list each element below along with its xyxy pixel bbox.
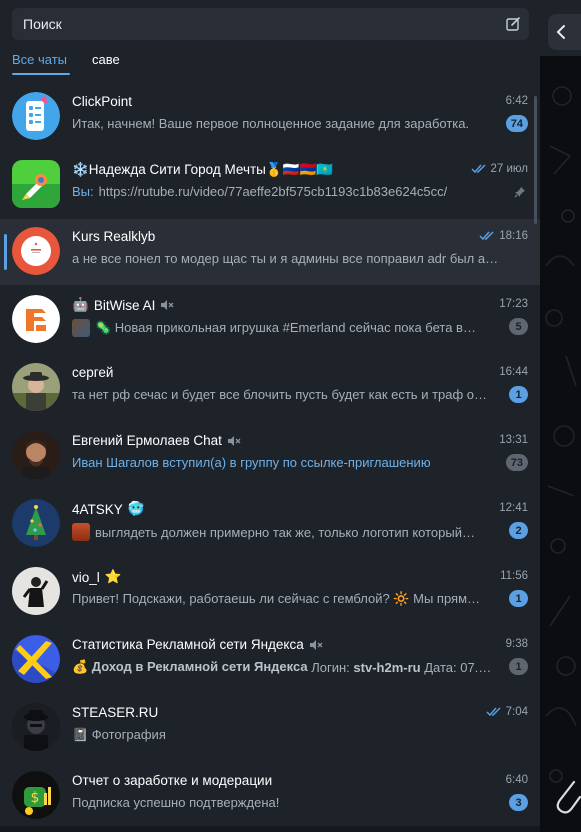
- active-tab-indicator: [12, 73, 70, 75]
- chat-item[interactable]: Евгений Ермолаев Chat 13:31 Иван Шагалов…: [0, 423, 540, 489]
- bot-emoji-icon: 🤖: [72, 297, 89, 312]
- chat-list: ClickPoint 6:42 Итак, начнем! Ваше перво…: [0, 84, 540, 832]
- preview-thumbnail: [72, 523, 90, 541]
- selected-marker: [4, 234, 7, 270]
- mute-icon: [227, 435, 241, 447]
- chat-time: 13:31: [499, 434, 528, 446]
- chat-item[interactable]: Kurs Realklyb 18:16 а не все понел то мо…: [0, 219, 540, 285]
- emoji-status-icon: 🥶: [127, 501, 145, 516]
- chat-header: [540, 0, 581, 56]
- chat-preview: выглядеть должен примерно так же, только…: [95, 524, 475, 540]
- chat-name: BitWise AI: [93, 297, 156, 313]
- tab-save[interactable]: саве: [92, 52, 120, 67]
- chevron-left-icon[interactable]: [548, 14, 581, 50]
- chat-item[interactable]: ❄️Надежда Сити Город Мечты🥇🇷🇺🇦🇲🇰🇿 27 июл…: [0, 152, 540, 218]
- unread-badge: 73: [505, 454, 528, 471]
- chat-time: 17:23: [499, 298, 528, 310]
- unread-badge: 5: [509, 318, 528, 335]
- chat-preview: https://rutube.ru/video/77aeffe2bf575cb1…: [98, 184, 448, 199]
- chat-time: 12:41: [499, 502, 528, 514]
- avatar: [12, 295, 60, 343]
- mute-icon: [309, 639, 323, 651]
- compose-icon[interactable]: [497, 8, 529, 40]
- pin-icon: [514, 185, 526, 203]
- chat-time: 11:56: [500, 570, 528, 582]
- chat-preview: та нет рф сечас и будет все блочить пуст…: [72, 387, 488, 402]
- search-input[interactable]: [12, 8, 497, 40]
- preview-thumbnail: [72, 319, 90, 337]
- mute-icon: [160, 299, 174, 311]
- chat-preview: 🦠 Новая прикольная игрушка #Emerland сей…: [95, 320, 476, 335]
- unread-badge: 1: [509, 658, 528, 675]
- chat-item[interactable]: vio_l ⭐ 11:56 Привет! Подскажи, работаеш…: [0, 559, 540, 625]
- unread-badge: 1: [509, 590, 528, 607]
- avatar: $: [12, 771, 60, 819]
- chat-item[interactable]: $ Отчет о заработке и модерации 6:40 Под…: [0, 763, 540, 829]
- chat-preview: а не все понел то модер щас ты и я админ…: [72, 251, 499, 266]
- bottom-edge: [0, 826, 540, 832]
- avatar: [12, 703, 60, 751]
- avatar: [12, 431, 60, 479]
- chat-name: ❄️Надежда Сити Город Мечты🥇🇷🇺🇦🇲🇰🇿: [72, 162, 334, 177]
- chat-preview: Иван Шагалов вступил(а) в группу по ссыл…: [72, 455, 431, 470]
- chat-preview: Итак, начнем! Ваше первое полноценное за…: [72, 116, 470, 131]
- preview-title: 💰 Доход в Рекламной сети Яндекса: [72, 659, 308, 674]
- chat-sidebar: Все чаты саве ClickPoint 6:42 Итак, начн…: [0, 0, 540, 832]
- unread-badge: 2: [509, 522, 528, 539]
- paperclip-icon[interactable]: [552, 770, 581, 830]
- chat-item[interactable]: 🤖 BitWise AI 17:23 🦠 Новая прикольная иг…: [0, 287, 540, 353]
- avatar: [12, 567, 60, 615]
- chat-item[interactable]: сергей 16:44 та нет рф сечас и будет все…: [0, 355, 540, 421]
- chat-preview: Подписка успешно подтверждена!: [72, 795, 280, 810]
- folder-tabs: Все чаты саве: [0, 44, 540, 80]
- preview-login: stv-h2m-ru: [353, 659, 421, 675]
- svg-text:$: $: [31, 790, 40, 806]
- search-bar: [12, 8, 529, 40]
- chat-item[interactable]: 4ATSKY 🥶 12:41 выглядеть должен примерно…: [0, 491, 540, 557]
- avatar: [12, 499, 60, 547]
- double-check-icon: [479, 231, 494, 241]
- chat-time: 7:04: [505, 706, 528, 718]
- chat-preview: 📓 Фотография: [72, 727, 166, 742]
- chat-item[interactable]: Статистика Рекламной сети Яндекса 9:38 💰…: [0, 627, 540, 693]
- chat-name: Отчет о заработке и модерации: [72, 773, 273, 788]
- preview-sender: Вы:: [72, 184, 94, 199]
- avatar: [12, 160, 60, 208]
- avatar: [12, 227, 60, 275]
- chat-name: сергей: [72, 365, 114, 380]
- chat-view-pane: [540, 0, 581, 832]
- star-icon: ⭐: [104, 569, 122, 584]
- chat-name: Евгений Ермолаев Chat: [72, 433, 222, 448]
- avatar: [12, 92, 60, 140]
- chat-preview: Дата: 07.…: [420, 659, 492, 675]
- tab-all-chats[interactable]: Все чаты: [12, 52, 67, 67]
- chat-name: STEASER.RU: [72, 705, 159, 720]
- unread-badge: 3: [509, 794, 528, 811]
- chat-name: vio_l: [72, 569, 100, 585]
- unread-badge: 74: [505, 115, 528, 132]
- chat-preview: Привет! Подскажи, работаешь ли сейчас с …: [72, 591, 481, 606]
- chat-time: 27 июл: [490, 163, 529, 175]
- avatar: [12, 635, 60, 683]
- chat-time: 9:38: [505, 638, 528, 650]
- chat-item[interactable]: STEASER.RU 7:04 📓 Фотография: [0, 695, 540, 761]
- chat-time: 18:16: [499, 230, 528, 242]
- chat-time: 6:42: [505, 95, 528, 107]
- double-check-icon: [486, 707, 501, 717]
- preview-login-label: Логин:: [307, 659, 354, 675]
- chat-item[interactable]: ClickPoint 6:42 Итак, начнем! Ваше перво…: [0, 84, 540, 150]
- chat-name: Kurs Realklyb: [72, 229, 156, 244]
- chat-list-scrollbar[interactable]: [534, 96, 537, 224]
- chat-time: 6:40: [505, 774, 528, 786]
- avatar: [12, 363, 60, 411]
- chat-name: ClickPoint: [72, 94, 133, 109]
- chat-time: 16:44: [499, 366, 528, 378]
- unread-badge: 1: [509, 386, 528, 403]
- chat-name: Статистика Рекламной сети Яндекса: [72, 637, 304, 652]
- chat-name: 4ATSKY: [72, 501, 123, 517]
- double-check-icon: [470, 164, 486, 174]
- chat-wallpaper: [545, 86, 577, 783]
